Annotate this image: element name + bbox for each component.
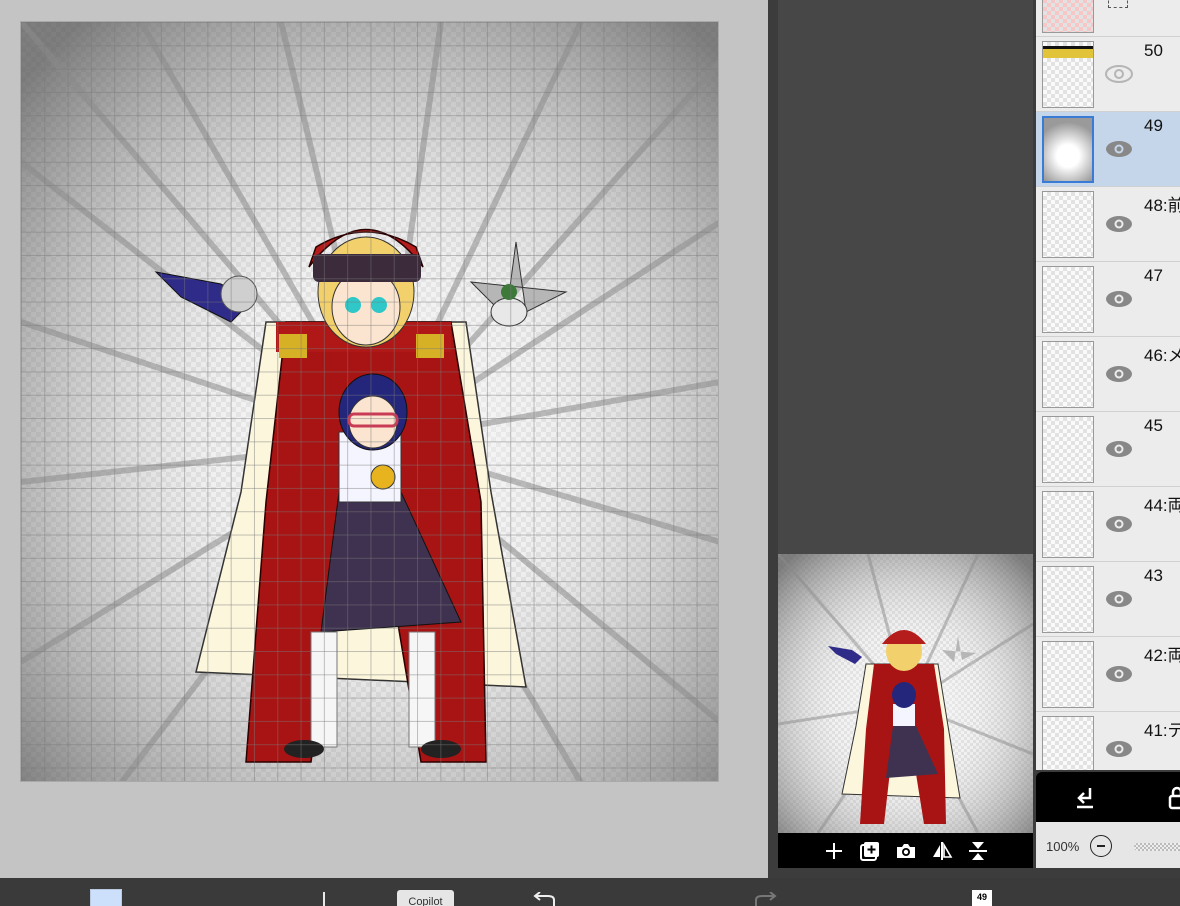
current-color-swatch[interactable] xyxy=(90,889,122,906)
eye-icon[interactable] xyxy=(1104,664,1134,684)
drawing-canvas[interactable] xyxy=(20,21,719,782)
layer-actions-bar xyxy=(1036,772,1180,822)
layer-thumbnail xyxy=(1042,416,1094,483)
lock-icon[interactable] xyxy=(1168,786,1180,810)
opacity-decrease-button[interactable] xyxy=(1090,835,1112,857)
layer-name: 46:メ xyxy=(1144,346,1180,365)
layer-name: 41:デ xyxy=(1144,721,1180,740)
layer-row[interactable]: 42:両 xyxy=(1036,637,1180,712)
layers-panel: 50 49 48:前 47 46:メ 45 44:両 43 42:両 41:デ xyxy=(1036,0,1180,770)
navigator-thumbnail xyxy=(778,554,1033,833)
layer-row[interactable]: 41:デ xyxy=(1036,712,1180,770)
layer-name: 48:前 xyxy=(1144,196,1180,215)
layer-row[interactable]: 44:両 xyxy=(1036,487,1180,562)
layer-row-selected[interactable]: 49 xyxy=(1036,112,1180,187)
layer-thumbnail xyxy=(1042,641,1094,708)
layer-thumbnail xyxy=(1042,566,1094,633)
eye-icon[interactable] xyxy=(1104,139,1134,159)
eye-icon[interactable] xyxy=(1104,289,1134,309)
eye-icon[interactable] xyxy=(1104,739,1134,759)
add-layer-icon[interactable] xyxy=(859,840,881,862)
eye-icon[interactable] xyxy=(1104,514,1134,534)
layer-thumbnail xyxy=(1042,266,1094,333)
layer-name: 49 xyxy=(1144,116,1163,135)
layer-thumbnail xyxy=(1042,0,1094,33)
camera-icon[interactable] xyxy=(895,840,917,862)
eye-icon[interactable] xyxy=(1104,364,1134,384)
layer-name: 43 xyxy=(1144,566,1163,585)
layer-row[interactable]: 50 xyxy=(1036,37,1180,112)
eye-icon[interactable] xyxy=(1104,589,1134,609)
canvas-artwork xyxy=(21,22,718,781)
layer-name: 47 xyxy=(1144,266,1163,285)
eye-icon[interactable] xyxy=(1104,214,1134,234)
opacity-control: 100% xyxy=(1036,822,1180,868)
layer-row[interactable]: 47 xyxy=(1036,262,1180,337)
redo-icon[interactable] xyxy=(752,892,778,906)
layer-row[interactable]: 48:前 xyxy=(1036,187,1180,262)
merge-down-icon[interactable] xyxy=(1074,786,1096,810)
canvas-workspace[interactable] xyxy=(0,0,768,878)
layer-row[interactable]: 45 xyxy=(1036,412,1180,487)
layer-thumbnail xyxy=(1042,341,1094,408)
layer-row[interactable]: 46:メ xyxy=(1036,337,1180,412)
opacity-slider[interactable] xyxy=(1134,843,1180,851)
selection-icon xyxy=(1108,0,1128,8)
layer-name: 44:両 xyxy=(1144,496,1180,515)
eye-hidden-icon[interactable] xyxy=(1104,64,1134,84)
bottom-toolbar: Copilot 49 xyxy=(0,878,1180,906)
layer-name: 42:両 xyxy=(1144,646,1180,665)
flip-horizontal-icon[interactable] xyxy=(931,840,953,862)
layer-row-partial[interactable] xyxy=(1036,0,1180,37)
navigator-preview[interactable] xyxy=(778,554,1033,833)
layer-row[interactable]: 43 xyxy=(1036,562,1180,637)
copilot-button[interactable]: Copilot xyxy=(397,890,454,906)
flip-vertical-icon[interactable] xyxy=(967,840,989,862)
layer-thumbnail xyxy=(1042,41,1094,108)
add-icon[interactable] xyxy=(823,840,845,862)
layer-thumbnail xyxy=(1042,716,1094,770)
layer-name: 50 xyxy=(1144,41,1163,60)
navigator-toolbar xyxy=(778,833,1033,868)
eye-icon[interactable] xyxy=(1104,439,1134,459)
minus-icon xyxy=(1097,845,1105,847)
layer-name: 45 xyxy=(1144,416,1163,435)
layer-thumbnail xyxy=(1042,191,1094,258)
layer-thumbnail xyxy=(1042,116,1094,183)
toolbar-divider xyxy=(323,892,325,906)
opacity-value: 100% xyxy=(1046,839,1080,854)
undo-icon[interactable] xyxy=(532,892,558,906)
layer-count-button[interactable]: 49 xyxy=(972,890,992,906)
layer-thumbnail xyxy=(1042,491,1094,558)
